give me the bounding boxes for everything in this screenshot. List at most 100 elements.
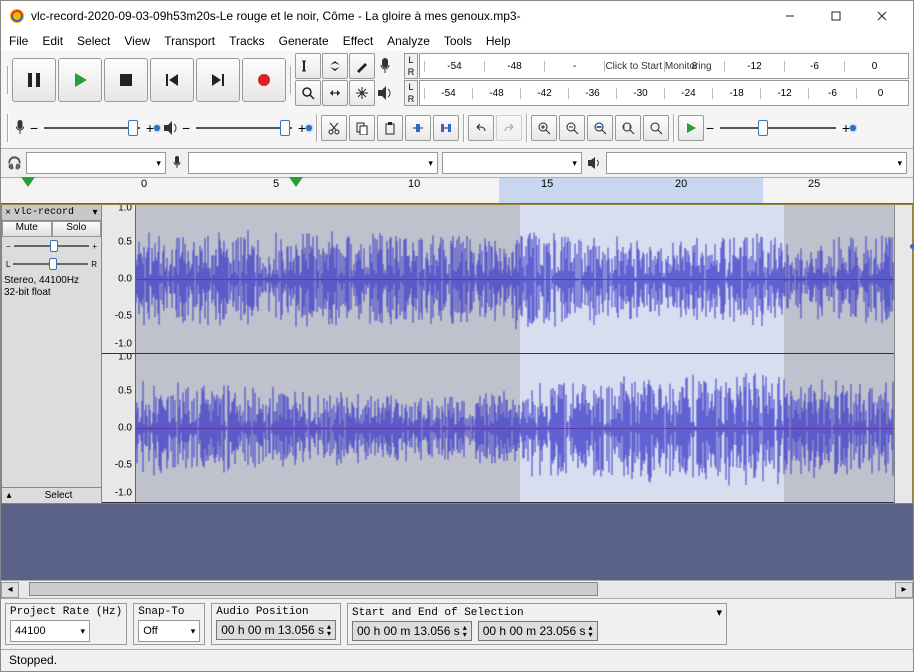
playback-device-combo[interactable]: ▾ bbox=[606, 152, 907, 174]
snap-to-group: Snap-To Off▾ bbox=[133, 603, 205, 645]
track-close-button[interactable]: × bbox=[2, 207, 14, 218]
silence-button[interactable] bbox=[433, 115, 459, 141]
ruler-tick: 0 bbox=[141, 178, 147, 190]
empty-track-space[interactable] bbox=[1, 504, 913, 580]
skip-start-button[interactable] bbox=[150, 58, 194, 102]
selection-end-field[interactable]: 00 h 00 m 23.056 s▴▾ bbox=[478, 621, 598, 641]
zoom-in-button[interactable] bbox=[531, 115, 557, 141]
mic-icon bbox=[376, 55, 394, 77]
zoom-out-button[interactable] bbox=[559, 115, 585, 141]
redo-button[interactable] bbox=[496, 115, 522, 141]
project-rate-combo[interactable]: 44100▾ bbox=[10, 620, 90, 642]
paste-button[interactable] bbox=[377, 115, 403, 141]
solo-button[interactable]: Solo bbox=[52, 221, 102, 237]
menu-select[interactable]: Select bbox=[77, 34, 110, 48]
track-collapse-button[interactable]: ▴ bbox=[2, 490, 16, 501]
selection-group: Start and End of Selection▾ 00 h 00 m 13… bbox=[347, 603, 727, 645]
audio-host-icon: 🎧 bbox=[7, 156, 22, 170]
timeshift-tool-button[interactable] bbox=[322, 80, 348, 106]
draw-tool-button[interactable] bbox=[349, 53, 375, 79]
selection-label: Start and End of Selection bbox=[352, 607, 716, 619]
maximize-button[interactable] bbox=[813, 1, 859, 31]
toolbars: LR Click to Start Monitoring-54-48-8-12-… bbox=[1, 51, 913, 149]
recording-meter[interactable]: Click to Start Monitoring-54-48-8-12-60 bbox=[419, 53, 909, 79]
horizontal-scrollbar[interactable]: ◂ ▸ bbox=[1, 580, 913, 598]
toolbar-grip[interactable] bbox=[5, 62, 10, 98]
playback-meter[interactable]: -54-48-42-36-30-24-18-12-60 bbox=[419, 80, 909, 106]
toolbar-grip[interactable] bbox=[671, 110, 676, 146]
menubar: File Edit Select View Transport Tracks Generat… bbox=[1, 31, 913, 51]
record-button[interactable] bbox=[242, 58, 286, 102]
waveform-channel-left[interactable]: 1.00.50.0-0.5-1.0 bbox=[102, 205, 894, 354]
mute-button[interactable]: Mute bbox=[2, 221, 52, 237]
undo-button[interactable] bbox=[468, 115, 494, 141]
track-select-button[interactable]: Select bbox=[16, 490, 101, 501]
menu-analyze[interactable]: Analyze bbox=[387, 34, 430, 48]
menu-view[interactable]: View bbox=[124, 34, 150, 48]
selection-toolbar: Project Rate (Hz) 44100▾ Snap-To Off▾ Au… bbox=[1, 598, 913, 649]
copy-button[interactable] bbox=[349, 115, 375, 141]
play-button[interactable] bbox=[58, 58, 102, 102]
zoom-tool-button[interactable] bbox=[295, 80, 321, 106]
toolbar-grip[interactable] bbox=[314, 110, 319, 146]
status-bar: Stopped. bbox=[1, 649, 913, 671]
play-at-speed-button[interactable] bbox=[678, 115, 704, 141]
menu-help[interactable]: Help bbox=[486, 34, 511, 48]
pause-button[interactable] bbox=[12, 58, 56, 102]
menu-file[interactable]: File bbox=[9, 34, 28, 48]
playback-volume-slider[interactable]: −+ bbox=[182, 118, 312, 138]
menu-effect[interactable]: Effect bbox=[343, 34, 373, 48]
snap-to-combo[interactable]: Off▾ bbox=[138, 620, 200, 642]
selection-start-field[interactable]: 00 h 00 m 13.056 s▴▾ bbox=[352, 621, 472, 641]
toolbar-grip[interactable] bbox=[5, 110, 10, 146]
menu-tracks[interactable]: Tracks bbox=[229, 34, 265, 48]
track-area: × vlc-record ▾ Mute Solo −+ LR Stereo, 4… bbox=[1, 204, 913, 504]
menu-transport[interactable]: Transport bbox=[164, 34, 215, 48]
close-button[interactable] bbox=[859, 1, 905, 31]
scroll-right-button[interactable]: ▸ bbox=[895, 582, 913, 598]
menu-generate[interactable]: Generate bbox=[279, 34, 329, 48]
playback-speed-slider[interactable]: −+ bbox=[706, 118, 856, 138]
track-name[interactable]: vlc-record bbox=[14, 207, 89, 218]
selection-mode-button[interactable]: ▾ bbox=[716, 606, 722, 619]
recording-volume-slider[interactable]: −+ bbox=[30, 118, 160, 138]
ruler-tick: 5 bbox=[273, 178, 279, 190]
speaker-icon bbox=[162, 119, 180, 137]
recording-device-combo[interactable]: ▾ bbox=[188, 152, 438, 174]
ruler-tick: 10 bbox=[408, 178, 420, 190]
menu-edit[interactable]: Edit bbox=[42, 34, 63, 48]
scroll-left-button[interactable]: ◂ bbox=[1, 582, 19, 598]
recording-channels-combo[interactable]: ▾ bbox=[442, 152, 582, 174]
skip-end-button[interactable] bbox=[196, 58, 240, 102]
fit-project-button[interactable] bbox=[615, 115, 641, 141]
fit-selection-button[interactable] bbox=[587, 115, 613, 141]
speaker-icon bbox=[376, 84, 394, 102]
cut-button[interactable] bbox=[321, 115, 347, 141]
audio-host-combo[interactable]: ▾ bbox=[26, 152, 166, 174]
waveform-canvas-right bbox=[136, 354, 894, 503]
selection-tool-button[interactable] bbox=[295, 53, 321, 79]
multi-tool-button[interactable] bbox=[349, 80, 375, 106]
track-menu-button[interactable]: ▾ bbox=[89, 207, 101, 218]
toolbar-grip[interactable] bbox=[461, 110, 466, 146]
audio-position-field[interactable]: 00 h 00 m 13.056 s▴▾ bbox=[216, 620, 336, 640]
vertical-scale: 1.00.50.0-0.5-1.0 bbox=[102, 354, 136, 502]
toolbar-grip[interactable] bbox=[288, 62, 293, 98]
menu-tools[interactable]: Tools bbox=[444, 34, 472, 48]
zoom-toggle-button[interactable] bbox=[643, 115, 669, 141]
trim-button[interactable] bbox=[405, 115, 431, 141]
track-pan-slider[interactable]: LR bbox=[2, 255, 101, 273]
waveform-channel-right[interactable]: 1.00.50.0-0.5-1.0 bbox=[102, 354, 894, 503]
vertical-scrollbar[interactable] bbox=[894, 205, 912, 503]
minimize-button[interactable] bbox=[767, 1, 813, 31]
timeline-ruler[interactable]: 0510152025 bbox=[1, 178, 913, 204]
stop-button[interactable] bbox=[104, 58, 148, 102]
project-rate-label: Project Rate (Hz) bbox=[10, 606, 122, 618]
ruler-tick: 20 bbox=[675, 178, 687, 190]
track-gain-slider[interactable]: −+ bbox=[2, 237, 101, 255]
audio-position-group: Audio Position 00 h 00 m 13.056 s▴▾ bbox=[211, 603, 341, 645]
audio-position-label: Audio Position bbox=[216, 606, 336, 618]
waveform-area[interactable]: 1.00.50.0-0.5-1.0 1.00.50.0-0.5-1.0 bbox=[102, 205, 894, 503]
envelope-tool-button[interactable] bbox=[322, 53, 348, 79]
toolbar-grip[interactable] bbox=[524, 110, 529, 146]
